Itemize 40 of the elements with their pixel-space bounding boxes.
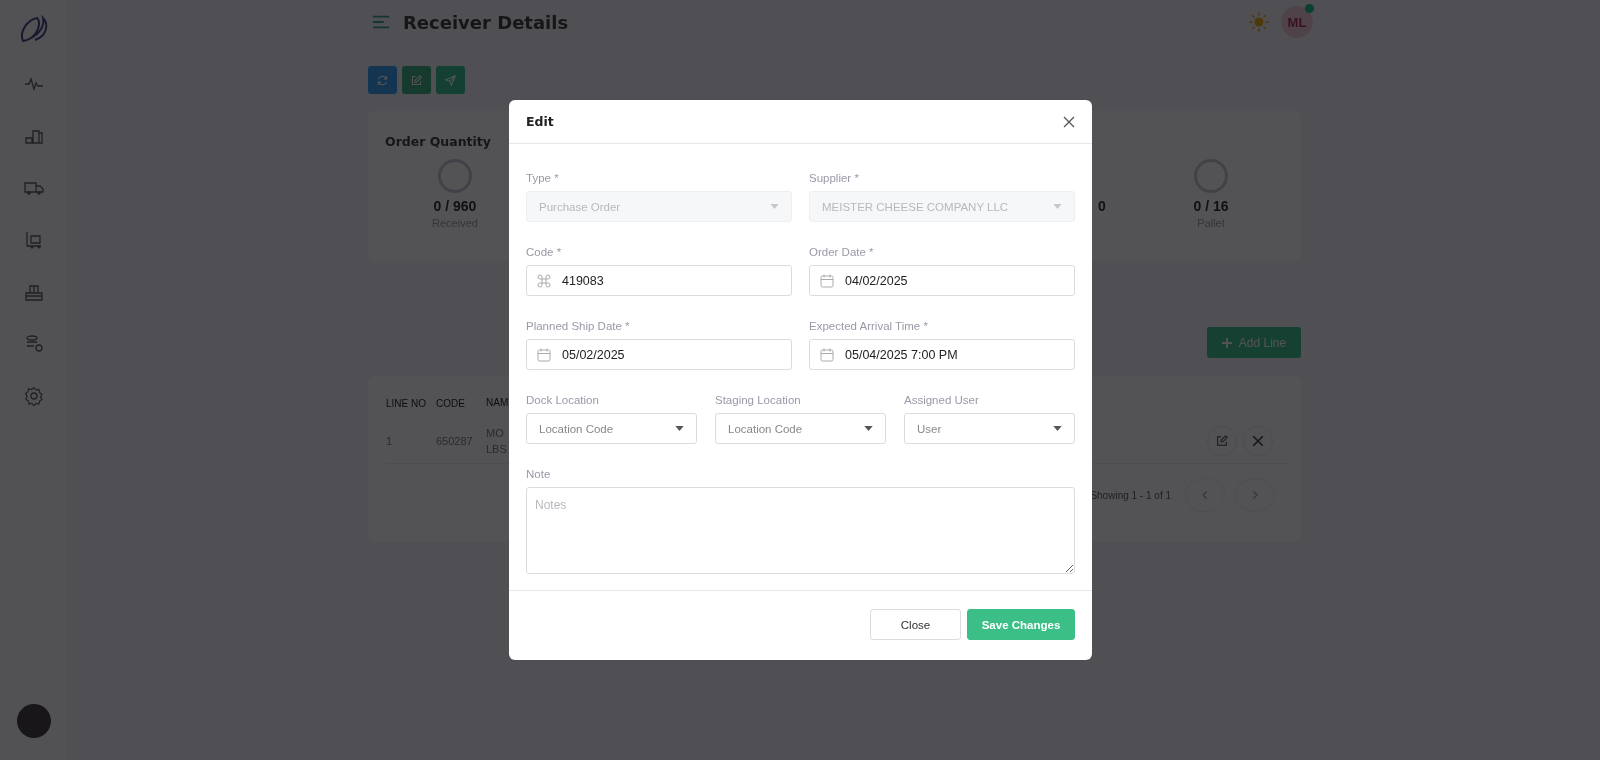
- dropdown[interactable]: Location Code: [715, 413, 886, 444]
- field-label: Note: [526, 468, 552, 480]
- field-label: Staging Location: [715, 394, 802, 406]
- calendar-icon: [537, 347, 551, 362]
- date-field[interactable]: 05/04/2025 7:00 PM: [809, 339, 1075, 370]
- field-label: Planned Ship Date *: [526, 320, 631, 332]
- field-label: Expected Arrival Time *: [809, 320, 929, 332]
- date-field[interactable]: 04/02/2025: [809, 265, 1075, 296]
- stat-value: 0 / 960: [433, 198, 477, 214]
- input-field[interactable]: 419083: [526, 265, 792, 296]
- caret-icon: [864, 426, 873, 431]
- field-label: Dock Location: [526, 394, 600, 406]
- field-label: Type *: [526, 172, 560, 184]
- note-field[interactable]: Notes: [526, 487, 1075, 574]
- field-label: Code *: [526, 246, 563, 258]
- field-label: Supplier *: [809, 172, 860, 184]
- save-changes-button[interactable]: Save Changes: [967, 609, 1075, 640]
- column-header: NAM: [486, 396, 510, 410]
- caret-icon: [1053, 426, 1062, 431]
- close-icon: [1063, 115, 1075, 128]
- card-title: Order Quantity: [385, 134, 492, 149]
- calendar-icon: [820, 347, 834, 362]
- column-header: LINE NO: [386, 397, 427, 409]
- date-field[interactable]: 05/02/2025: [526, 339, 792, 370]
- dropdown[interactable]: User: [904, 413, 1075, 444]
- dialog-title: Edit: [526, 114, 554, 129]
- caret-icon: [770, 204, 779, 209]
- command-icon: [537, 273, 551, 288]
- field-label: Assigned User: [904, 394, 980, 406]
- caret-icon: [675, 426, 684, 431]
- page-title: Receiver Details: [403, 11, 569, 33]
- calendar-icon: [820, 273, 834, 288]
- close-button[interactable]: [1063, 115, 1075, 128]
- close-dialog-button[interactable]: Close: [870, 609, 961, 640]
- field-label: Order Date *: [809, 246, 875, 258]
- caret-icon: [1053, 204, 1062, 209]
- stat-value: 0: [1098, 198, 1106, 214]
- dropdown[interactable]: Location Code: [526, 413, 697, 444]
- stat-value: 0 / 16: [1193, 198, 1229, 214]
- column-header: CODE: [436, 397, 466, 409]
